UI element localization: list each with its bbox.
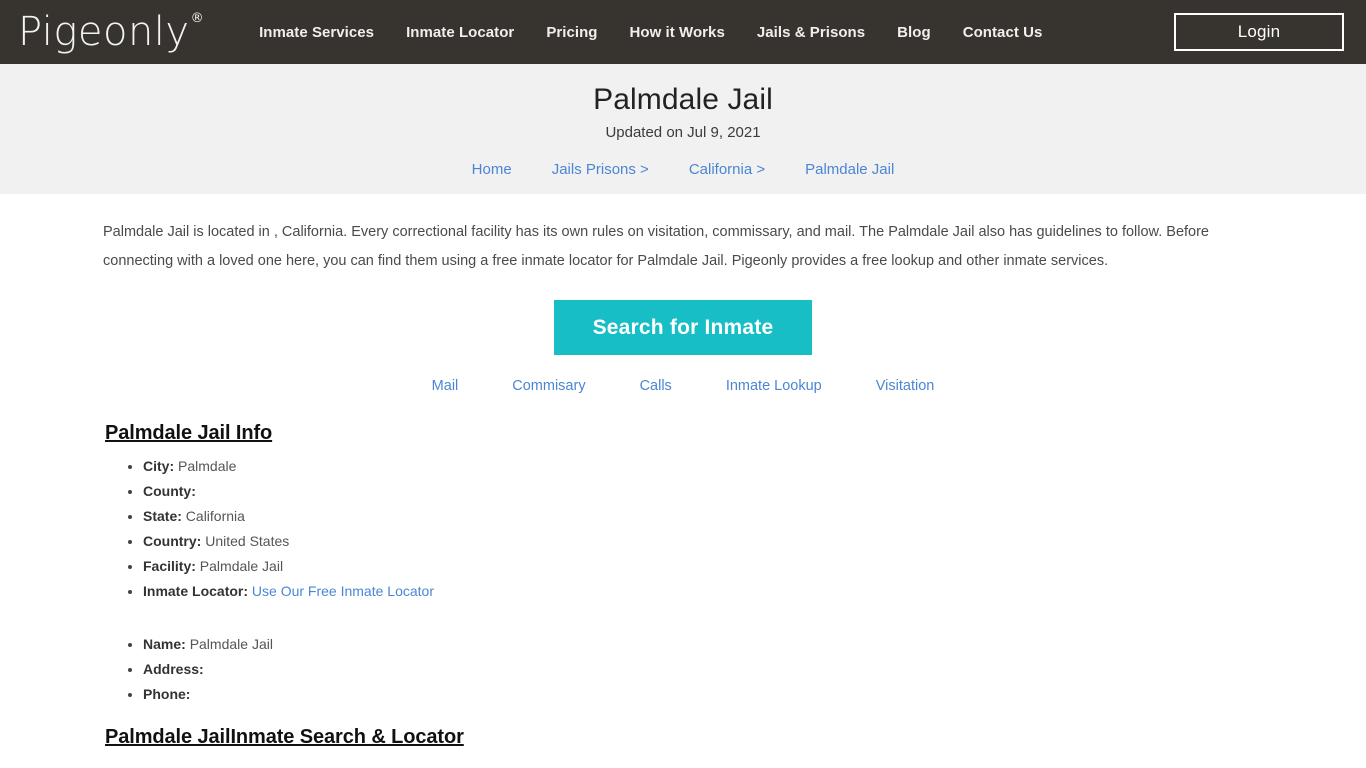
nav-item-jails-prisons[interactable]: Jails & Prisons [741,24,881,41]
list-item: Name: Palmdale Jail [143,637,1263,651]
info-label: Facility: [143,558,196,574]
nav-item-blog[interactable]: Blog [881,24,947,41]
breadcrumb-item-palmdale-jail[interactable]: Palmdale Jail [785,161,914,178]
quick-link-commisary[interactable]: Commisary [485,378,612,394]
pigeonly-logo[interactable]: Pigeonly® [18,12,219,52]
list-item: Inmate Locator: Use Our Free Inmate Loca… [143,584,1263,598]
breadcrumb: Home Jails Prisons > California > Palmda… [0,161,1366,178]
info-label: City: [143,458,175,474]
info-label: Country: [143,533,202,549]
list-item: Country: United States [143,534,1263,548]
list-item: Address: [143,662,1263,676]
quick-links-row: Mail Commisary Calls Inmate Lookup Visit… [103,378,1263,394]
inmate-locator-link[interactable]: Use Our Free Inmate Locator [252,583,434,599]
nav-item-how-it-works[interactable]: How it Works [614,24,741,41]
top-navigation-bar: Pigeonly® Inmate Services Inmate Locator… [0,0,1366,64]
quick-link-visitation[interactable]: Visitation [849,378,962,394]
info-value: United States [205,533,290,549]
list-spacer [143,609,1263,637]
primary-nav: Inmate Services Inmate Locator Pricing H… [243,24,1058,41]
breadcrumb-item-home[interactable]: Home [452,161,532,178]
breadcrumb-item-jails-prisons[interactable]: Jails Prisons > [532,161,669,178]
page-title: Palmdale Jail [593,83,773,116]
list-item: City: Palmdale [143,459,1263,473]
info-label: County: [143,483,196,499]
info-value: California [185,508,245,524]
breadcrumb-item-california[interactable]: California > [669,161,785,178]
nav-item-pricing[interactable]: Pricing [530,24,613,41]
nav-item-inmate-services[interactable]: Inmate Services [243,24,390,41]
list-item: Facility: Palmdale Jail [143,559,1263,573]
main-content: Palmdale Jail is located in , California… [103,194,1263,768]
nav-item-inmate-locator[interactable]: Inmate Locator [390,24,530,41]
info-label: Phone: [143,686,191,702]
inmate-search-locator-paragraph: Incarceration can be brutal on families … [105,764,1263,768]
quick-link-mail[interactable]: Mail [405,378,486,394]
jail-info-section: Palmdale Jail Info City: Palmdale County… [103,422,1263,701]
nav-item-contact-us[interactable]: Contact Us [947,24,1059,41]
registered-trademark-icon: ® [190,10,205,26]
info-label: Name: [143,636,186,652]
info-value: Palmdale Jail [189,636,273,652]
list-item: State: California [143,509,1263,523]
list-item: County: [143,484,1263,498]
intro-paragraph: Palmdale Jail is located in , California… [103,224,1209,269]
list-item: Phone: [143,687,1263,701]
jail-info-list: City: Palmdale County: State: California… [105,459,1263,701]
info-label: Address: [143,661,204,677]
updated-date: Updated on Jul 9, 2021 [605,124,761,141]
quick-link-calls[interactable]: Calls [613,378,699,394]
inmate-search-locator-section: Palmdale JailInmate Search & Locator Inc… [103,726,1263,768]
jail-info-heading: Palmdale Jail Info [105,422,273,444]
login-button[interactable]: Login [1174,13,1344,51]
info-label: Inmate Locator: [143,583,249,599]
search-for-inmate-button[interactable]: Search for Inmate [554,300,812,355]
info-value: Palmdale [178,458,237,474]
cta-container: Search for Inmate [103,300,1263,355]
info-label: State: [143,508,182,524]
page-header-band: Palmdale Jail Updated on Jul 9, 2021 Hom… [0,64,1366,194]
brand-text: Pigeonly [18,9,190,55]
inmate-search-locator-heading: Palmdale JailInmate Search & Locator [105,726,464,748]
info-value: Palmdale Jail [199,558,284,574]
quick-link-inmate-lookup[interactable]: Inmate Lookup [699,378,849,394]
